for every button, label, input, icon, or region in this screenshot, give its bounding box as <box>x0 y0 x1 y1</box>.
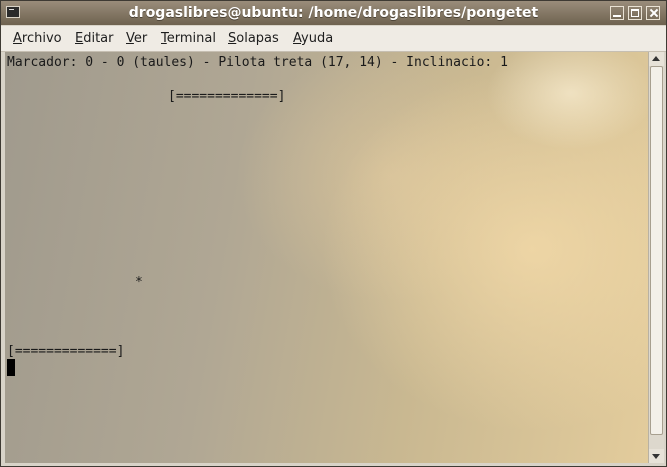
menu-archivo[interactable]: Archivo <box>13 31 62 46</box>
title-bar[interactable]: drogaslibres@ubuntu: /home/drogaslibres/… <box>1 1 666 25</box>
window-title: drogaslibres@ubuntu: /home/drogaslibres/… <box>128 5 539 21</box>
menu-archivo-mnemonic: A <box>13 31 22 46</box>
menu-editar[interactable]: Editar <box>75 31 114 46</box>
menu-ver-label: er <box>133 31 148 46</box>
menu-solapas[interactable]: Solapas <box>228 31 279 46</box>
menu-terminal-label: erminal <box>166 31 216 46</box>
ball: * <box>135 275 143 290</box>
top-paddle: [=============] <box>168 89 286 104</box>
vertical-scrollbar[interactable] <box>648 52 664 463</box>
close-icon[interactable] <box>646 6 660 20</box>
menu-editar-label: ditar <box>83 31 114 46</box>
menu-ayuda[interactable]: Ayuda <box>293 31 333 46</box>
scroll-down-icon[interactable] <box>649 449 664 463</box>
menu-solapas-label: olapas <box>236 31 279 46</box>
menu-terminal[interactable]: Terminal <box>161 31 216 46</box>
menu-bar: Archivo Editar Ver Terminal Solapas Ayud… <box>1 26 666 52</box>
menu-editar-mnemonic: E <box>75 31 84 46</box>
menu-archivo-label: rchivo <box>21 31 62 46</box>
menu-ver-mnemonic: V <box>126 31 134 46</box>
scroll-up-icon[interactable] <box>649 52 664 66</box>
bottom-paddle: [=============] <box>7 344 125 359</box>
menu-ayuda-label: yuda <box>301 31 334 46</box>
menu-ayuda-mnemonic: A <box>293 31 302 46</box>
text-cursor <box>7 359 15 376</box>
minimize-icon[interactable] <box>610 6 624 20</box>
terminal-screen[interactable]: Marcador: 0 - 0 (taules) - Pilota treta … <box>5 52 648 463</box>
terminal-window: drogaslibres@ubuntu: /home/drogaslibres/… <box>0 0 667 467</box>
menu-ver[interactable]: Ver <box>126 31 147 46</box>
score-status-line: Marcador: 0 - 0 (taules) - Pilota treta … <box>7 55 508 70</box>
scrollbar-thumb[interactable] <box>650 66 663 435</box>
maximize-icon[interactable] <box>628 6 642 20</box>
